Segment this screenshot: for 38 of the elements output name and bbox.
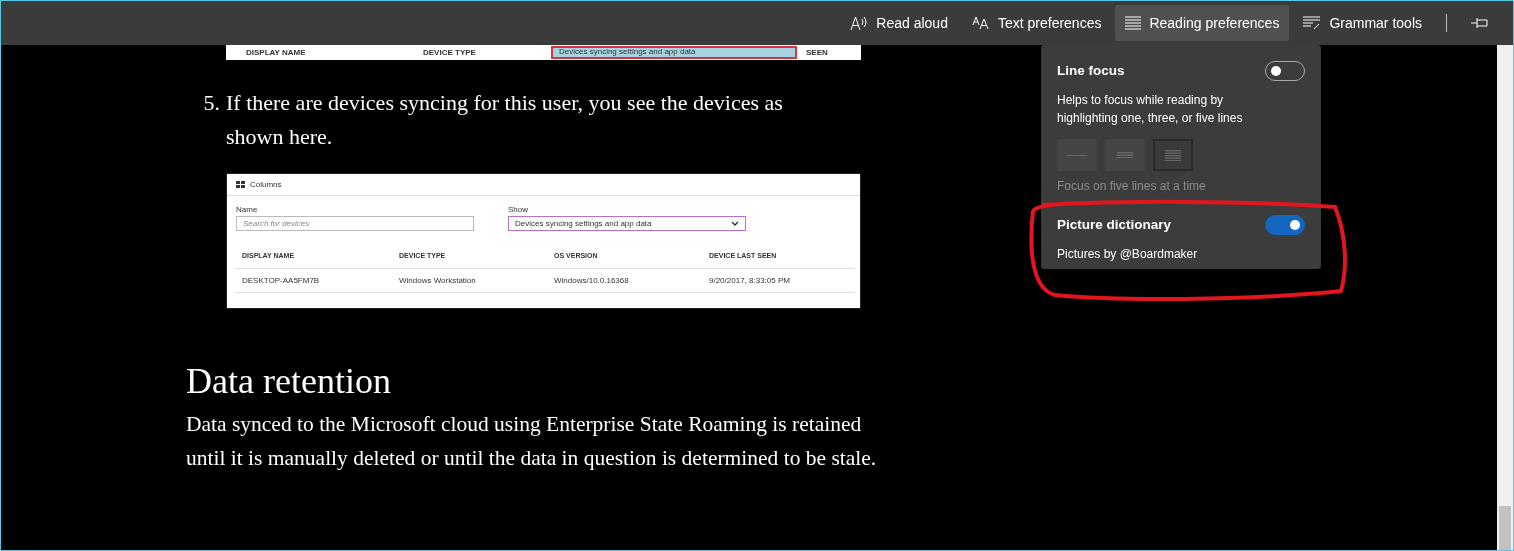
toolbar-button[interactable]: Text preferences [961, 5, 1112, 41]
column-header: DEVICE TYPE [423, 46, 476, 59]
line-count-option[interactable] [1153, 139, 1193, 172]
table-cell-text: Windows Workstation [399, 274, 477, 287]
chevron-icon [731, 221, 739, 226]
setting-description: Pictures by @Boardmaker [1057, 245, 1198, 263]
hint-text: Focus on five lines at a time [1057, 178, 1207, 196]
lines-pen-icon [1303, 16, 1322, 30]
step-text: If there are devices syncing for this user, you see the devices as shown here. [226, 89, 784, 151]
setting-description: Helps to focus while reading by highlighting one, three, or five lines [1057, 92, 1244, 128]
paragraph: Data synced to the Microsoft cloud using Enterprise State Roaming is retained until it is manually deleted or until the data in question is determined to be stale. [186, 411, 878, 472]
toggle-switch[interactable] [1265, 215, 1305, 236]
dropdown-field: Devices syncing settings and app data [508, 216, 746, 231]
column-header: SEEN [806, 46, 828, 59]
lines-icon [1125, 16, 1142, 30]
setting-title: Picture dictionary [1057, 216, 1173, 235]
toolbar-button[interactable]: Read aloud [840, 5, 958, 41]
table-cell-text: Windows/10.0.16368 [554, 274, 630, 287]
lines-icon [1117, 152, 1133, 159]
lines-icon [1165, 149, 1181, 161]
field-label: Show [508, 204, 529, 216]
field-label: Name [236, 204, 259, 216]
step-number: 5. [202, 89, 221, 117]
setting-title: Line focus [1057, 62, 1126, 80]
column-header: DISPLAY NAME [246, 46, 306, 59]
speaker-letter-icon [850, 15, 869, 31]
table-cell-text: 9/20/2017, 8:33:05 PM [709, 274, 791, 287]
columns-icon [236, 181, 246, 188]
lines-icon [1067, 154, 1087, 156]
scrollbar-thumb[interactable] [1499, 506, 1511, 550]
section-heading: Data retention [186, 360, 392, 403]
letter-size-icon [971, 15, 990, 31]
line-count-option[interactable] [1105, 139, 1145, 172]
columns-label: Columns [250, 178, 282, 191]
toolbar-button[interactable]: Reading preferences [1115, 5, 1290, 41]
dropdown-field: Devices syncing settings and app data [551, 46, 797, 59]
table-cell-text: DESKTOP-AA5FM7B [242, 274, 321, 287]
toolbar-button[interactable]: Grammar tools [1293, 5, 1432, 41]
